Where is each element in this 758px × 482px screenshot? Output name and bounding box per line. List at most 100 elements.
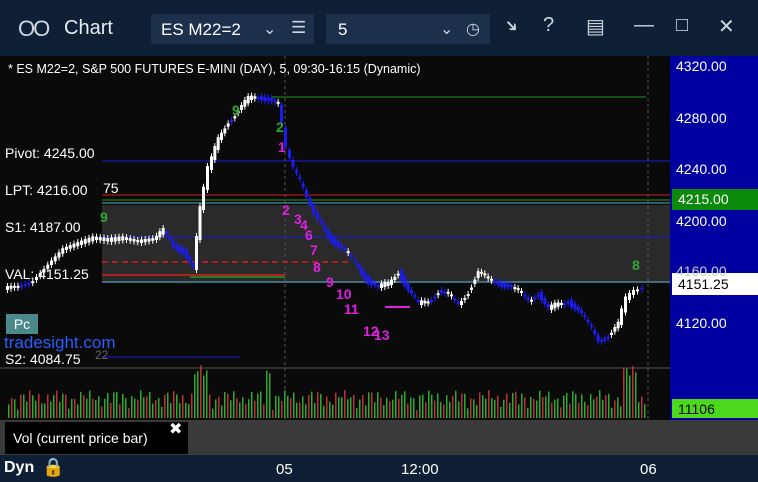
td-count-label: 7 <box>310 242 318 258</box>
volume-bar <box>416 410 418 418</box>
volume-bar <box>140 390 142 418</box>
chart-info: * ES M22=2, S&P 500 FUTURES E-MINI (DAY)… <box>8 62 421 76</box>
volume-bar <box>563 395 565 418</box>
volume-bar <box>593 399 595 418</box>
candle-body <box>198 206 202 240</box>
candle-body <box>147 238 151 242</box>
candle-body <box>443 291 447 294</box>
volume-bar <box>335 392 337 418</box>
candle-body <box>613 326 617 332</box>
volume-bar <box>623 367 625 418</box>
volume-value-label: 11106 <box>678 401 715 417</box>
candle-body <box>320 220 323 224</box>
volume-bar <box>170 403 172 418</box>
lock-icon[interactable]: 🔒 <box>42 457 64 478</box>
volume-bar <box>440 402 442 418</box>
candle-body <box>128 238 132 241</box>
watermark: tradesight.com <box>4 333 116 352</box>
volume-bar <box>632 365 634 418</box>
td-count-label: 13 <box>374 327 390 343</box>
volume-bar <box>428 390 430 418</box>
volume-bar <box>545 396 547 418</box>
candle-body <box>295 170 298 174</box>
volume-bar <box>506 393 508 418</box>
td-count-label: 8 <box>313 259 321 275</box>
volume-bar <box>425 402 427 418</box>
candle-body <box>9 285 13 289</box>
volume-indicator-label[interactable]: Vol (current price bar) <box>5 422 188 454</box>
volume-bar <box>173 391 175 418</box>
volume-bar <box>542 397 544 418</box>
volume-bar <box>296 402 298 418</box>
volume-bar <box>116 391 118 418</box>
volume-bar <box>122 393 124 418</box>
candle-body <box>400 270 403 281</box>
candle-body <box>503 283 507 288</box>
volume-bar <box>209 394 211 418</box>
candle-body <box>13 285 16 288</box>
volume-bar <box>95 400 97 418</box>
td-count-label: 11 <box>344 301 359 317</box>
volume-bar <box>29 390 31 418</box>
volume-bar <box>290 398 292 418</box>
candle-body <box>356 263 360 268</box>
volume-bar <box>581 394 583 418</box>
volume-bar <box>422 394 424 418</box>
volume-bar <box>620 406 622 418</box>
volume-bar <box>383 405 385 418</box>
candle-body <box>230 120 233 122</box>
time-tick: 12:00 <box>401 461 439 478</box>
volume-bar <box>287 395 289 418</box>
volume-bar <box>62 393 64 418</box>
td-setup-label: 9 <box>232 102 240 118</box>
volume-bar <box>104 398 106 418</box>
volume-bar <box>515 391 517 418</box>
candle-body <box>403 276 407 287</box>
volume-bar <box>488 390 490 418</box>
candle-body <box>171 240 175 247</box>
td-count-label: 6 <box>305 227 313 243</box>
volume-bar <box>14 399 16 418</box>
candle-body <box>83 239 87 244</box>
td-setup-label: 2 <box>276 119 284 135</box>
candle-body <box>350 255 353 257</box>
volume-bar <box>398 398 400 418</box>
volume-bar <box>479 392 481 418</box>
candle-body <box>155 235 158 240</box>
volume-bar <box>392 399 394 418</box>
s1-label: S1: 4187.00 <box>5 219 81 235</box>
volume-bar <box>65 394 67 418</box>
candle-body <box>556 302 560 307</box>
volume-bar <box>23 394 25 418</box>
volume-bar <box>407 403 409 418</box>
volume-bar <box>626 368 628 418</box>
candle-body <box>213 146 217 160</box>
volume-bar <box>368 392 370 418</box>
volume-bar <box>419 395 421 418</box>
volume-bar <box>206 370 208 418</box>
volume-bar <box>221 405 223 418</box>
volume-bar <box>260 391 262 418</box>
close-icon[interactable]: ✖ <box>169 419 182 439</box>
candle-body <box>513 287 517 290</box>
volume-bar <box>533 398 535 418</box>
volume-bar <box>356 407 358 418</box>
candle-body <box>136 239 140 243</box>
dynamic-mode-button[interactable]: Dyn <box>4 459 34 477</box>
volume-bar <box>200 365 202 418</box>
volume-bar <box>590 394 592 418</box>
candle-body <box>326 230 330 238</box>
candle-body <box>576 306 580 311</box>
volume-bar <box>224 391 226 418</box>
candle-body <box>473 279 477 284</box>
volume-bar <box>644 404 646 418</box>
volume-bar <box>278 396 280 418</box>
candle-body <box>483 273 487 276</box>
candle-body <box>380 283 383 288</box>
candle-body <box>600 340 603 342</box>
candle-body <box>333 238 337 246</box>
volume-bar <box>611 407 613 418</box>
pc-badge: Pc <box>6 314 38 334</box>
volume-bar <box>365 405 367 418</box>
candle-body <box>16 285 20 288</box>
